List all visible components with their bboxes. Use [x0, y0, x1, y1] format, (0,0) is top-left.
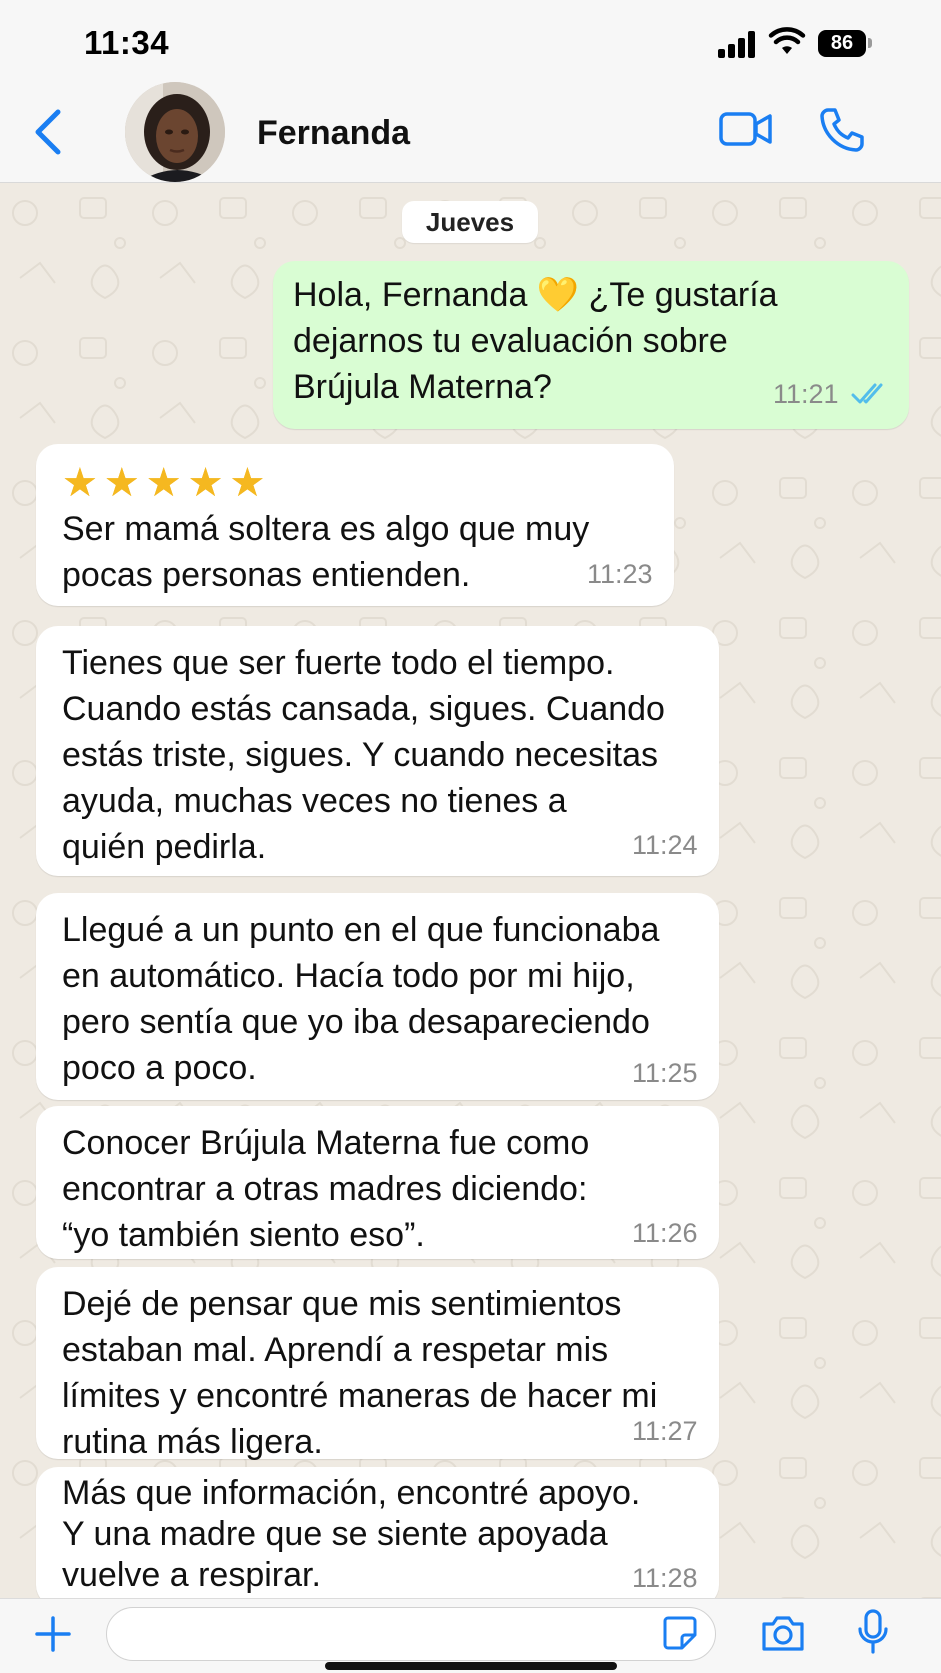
incoming-message[interactable]: Tienes que ser fuerte todo el tiempo. Cu…: [36, 626, 719, 876]
five-star-rating: ★★★★★: [62, 461, 272, 505]
signal-icon: [718, 30, 758, 58]
date-separator: Jueves: [402, 201, 538, 243]
status-time: 11:34: [84, 24, 170, 61]
battery-tip: [868, 38, 872, 48]
read-ticks-icon: [851, 383, 883, 404]
message-text: Llegué a un punto en el que funcionaba e…: [62, 911, 660, 1087]
back-chevron-icon[interactable]: [30, 106, 66, 158]
message-time: 11:25: [632, 1058, 698, 1088]
contact-name[interactable]: Fernanda: [257, 114, 410, 153]
incoming-message[interactable]: Más que información, encontré apoyo. Y u…: [36, 1467, 719, 1598]
message-time: 11:21: [773, 379, 839, 409]
wifi-icon: [768, 27, 806, 54]
message-text: Tienes que ser fuerte todo el tiempo. Cu…: [62, 644, 665, 866]
message-text: Ser mamá soltera es algo que muy pocas p…: [62, 510, 590, 594]
message-time: 11:26: [632, 1218, 698, 1248]
plus-icon[interactable]: [34, 1615, 72, 1653]
microphone-icon[interactable]: [858, 1609, 888, 1655]
phone-icon[interactable]: [818, 106, 866, 154]
outgoing-message[interactable]: Hola, Fernanda 💛 ¿Te gustaría dejarnos t…: [273, 261, 909, 429]
incoming-message[interactable]: Llegué a un punto en el que funcionaba e…: [36, 893, 719, 1100]
incoming-message[interactable]: Conocer Brújula Materna fue como encontr…: [36, 1106, 719, 1259]
sticker-icon[interactable]: [662, 1615, 698, 1651]
home-indicator[interactable]: [325, 1662, 617, 1670]
chat-area[interactable]: Jueves Hola, Fernanda 💛 ¿Te gustaría dej…: [0, 183, 941, 1598]
message-time: 11:23: [587, 559, 653, 589]
message-input[interactable]: [106, 1607, 716, 1661]
chat-header: Fernanda: [0, 82, 941, 183]
avatar[interactable]: [125, 82, 225, 182]
message-time: 11:24: [632, 830, 698, 860]
message-time: 11:27: [632, 1416, 698, 1446]
incoming-message[interactable]: Dejé de pensar que mis sentimientos esta…: [36, 1267, 719, 1461]
battery-icon: 86: [818, 30, 866, 57]
incoming-message[interactable]: ★★★★★ Ser mamá soltera es algo que muy p…: [36, 444, 674, 606]
message-text: Más que información, encontré apoyo. Y u…: [62, 1474, 641, 1594]
message-text: Conocer Brújula Materna fue como encontr…: [62, 1124, 590, 1254]
status-bar: 11:34 86: [0, 0, 941, 86]
video-call-icon[interactable]: [718, 108, 774, 150]
message-text: Dejé de pensar que mis sentimientos esta…: [62, 1285, 658, 1461]
message-time: 11:28: [632, 1563, 698, 1593]
camera-icon[interactable]: [760, 1613, 806, 1653]
